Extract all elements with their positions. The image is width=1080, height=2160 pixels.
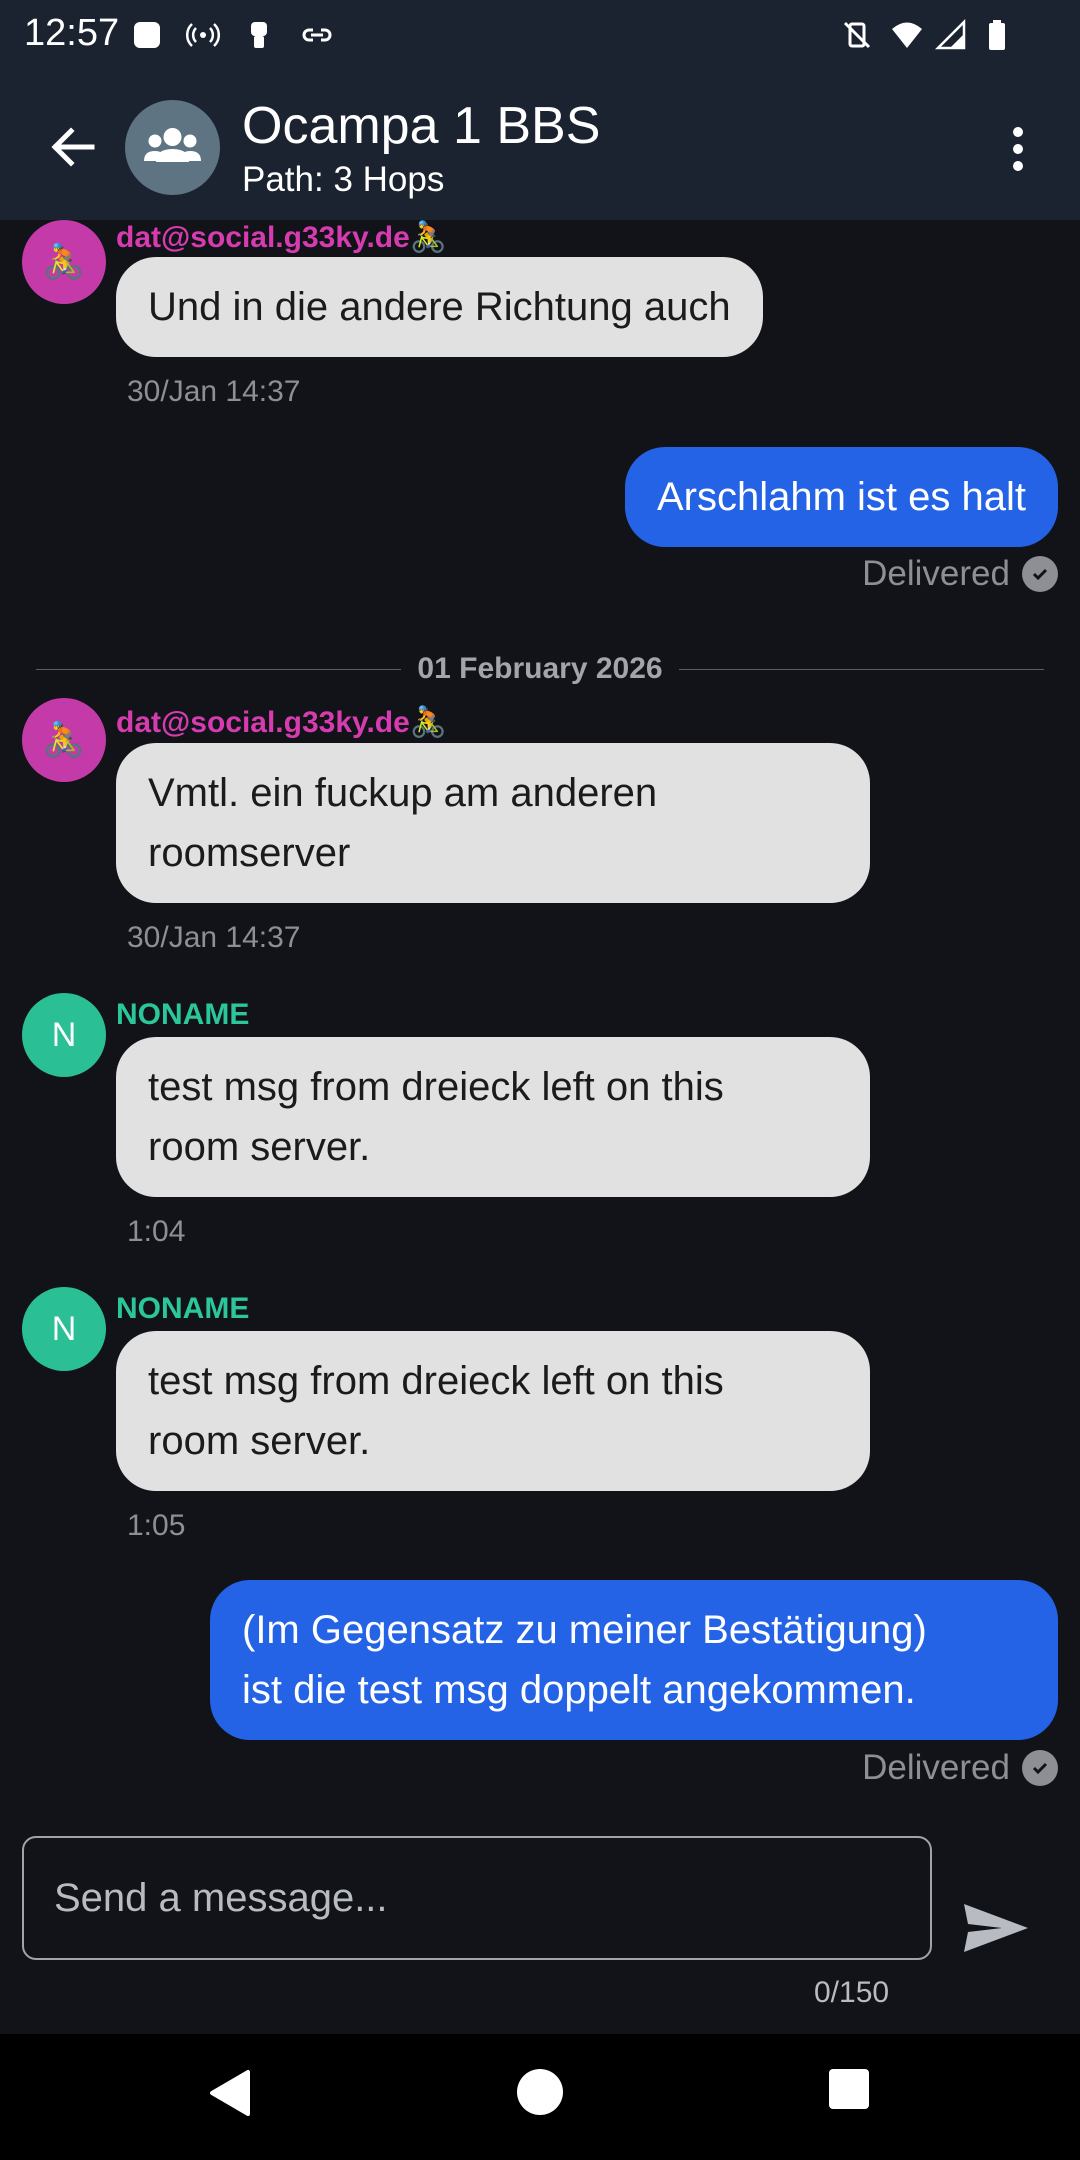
signal-icon (934, 18, 966, 50)
send-icon[interactable] (958, 1898, 1032, 1958)
incoming-message-bubble[interactable]: Und in die andere Richtung auch (116, 257, 763, 357)
avatar-letter: N (51, 1015, 77, 1054)
message-composer: 0/150 (0, 1820, 1080, 2034)
fist-icon (251, 22, 267, 48)
group-icon (144, 128, 201, 162)
notification-square-icon (134, 22, 160, 48)
sender-name: NONAME (116, 1292, 250, 1325)
message-timestamp: 30/Jan 14:37 (127, 921, 301, 954)
message-text-line: Vmtl. ein fuckup am anderen (148, 771, 658, 815)
incoming-message-bubble[interactable]: test msg from dreieck left on this room … (116, 1037, 870, 1197)
sender-avatar[interactable]: N (22, 993, 106, 1077)
system-navigation-bar (0, 2034, 1080, 2160)
divider (36, 668, 402, 670)
cyclist-avatar-icon: 🚴 (42, 243, 86, 281)
check-circle-icon (1022, 556, 1058, 592)
link-icon (302, 28, 332, 42)
message-text-line: (Im Gegensatz zu meiner Bestätigung) (242, 1608, 927, 1652)
more-options-icon[interactable] (996, 124, 1040, 174)
message-timestamp: 1:04 (127, 1215, 186, 1248)
sender-avatar[interactable]: 🚴 (22, 698, 106, 782)
character-counter: 0/150 (814, 1976, 890, 2009)
delivery-status: Delivered (862, 1748, 1058, 1788)
message-text-line: room server. (148, 1419, 371, 1463)
message-text-line: roomserver (148, 831, 351, 875)
avatar-letter: N (51, 1309, 77, 1348)
wifi-icon (892, 22, 922, 48)
cyclist-avatar-icon: 🚴 (42, 721, 86, 759)
message-text-line: test msg from dreieck left on this (148, 1065, 724, 1109)
back-arrow-icon[interactable] (40, 114, 106, 180)
status-time: 12:57 (24, 12, 120, 54)
sender-avatar[interactable]: 🚴 (22, 220, 106, 304)
outgoing-message-bubble[interactable]: Arschlahm ist es halt (624, 447, 1058, 547)
app-bar: Ocampa 1 BBS Path: 3 Hops (0, 72, 1080, 220)
delivery-status-text: Delivered (862, 1748, 1010, 1787)
nav-recents-icon[interactable] (828, 2068, 870, 2110)
battery-icon (989, 20, 1005, 50)
message-list[interactable]: 🚴 dat@social.g33ky.de🚴 Und in die andere… (0, 220, 1080, 1820)
check-circle-icon (1022, 1750, 1058, 1786)
message-timestamp: 30/Jan 14:37 (127, 375, 301, 408)
delivery-status-text: Delivered (862, 554, 1010, 593)
chat-path-subtitle: Path: 3 Hops (242, 160, 445, 199)
date-separator-label: 01 February 2026 (417, 652, 663, 685)
message-timestamp: 1:05 (127, 1509, 186, 1542)
message-text-line: test msg from dreieck left on this (148, 1359, 724, 1403)
sender-name: dat@social.g33ky.de🚴 (116, 706, 448, 739)
sender-avatar[interactable]: N (22, 1287, 106, 1371)
nav-back-icon[interactable] (206, 2068, 252, 2118)
message-input[interactable] (22, 1836, 932, 1960)
message-text: Arschlahm ist es halt (656, 475, 1026, 519)
delivery-status: Delivered (862, 554, 1058, 594)
status-bar: 12:57 (0, 0, 1080, 72)
vibrate-off-icon (843, 21, 871, 49)
group-avatar[interactable] (125, 100, 220, 195)
sender-name: dat@social.g33ky.de🚴 (116, 221, 448, 254)
date-separator: 01 February 2026 (36, 644, 1044, 694)
nav-home-icon[interactable] (516, 2068, 564, 2116)
message-text-line: ist die test msg doppelt angekommen. (242, 1668, 916, 1712)
broadcast-icon (186, 23, 220, 47)
incoming-message-bubble[interactable]: test msg from dreieck left on this room … (116, 1331, 870, 1491)
outgoing-message-bubble[interactable]: (Im Gegensatz zu meiner Bestätigung) ist… (210, 1580, 1058, 1740)
incoming-message-bubble[interactable]: Vmtl. ein fuckup am anderen roomserver (116, 743, 870, 903)
chat-title: Ocampa 1 BBS (242, 97, 601, 155)
divider (678, 668, 1044, 670)
message-text: Und in die andere Richtung auch (148, 285, 731, 329)
sender-name: NONAME (116, 998, 250, 1031)
message-text-line: room server. (148, 1125, 371, 1169)
